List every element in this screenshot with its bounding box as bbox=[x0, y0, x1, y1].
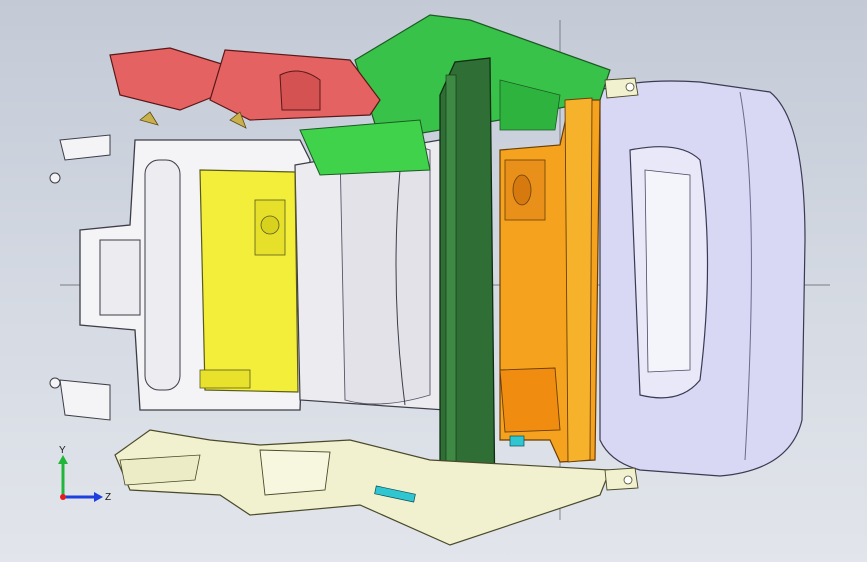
triad-z-label: Z bbox=[105, 492, 111, 503]
orange-box[interactable] bbox=[499, 97, 601, 463]
triad-y-arrowhead bbox=[58, 455, 68, 464]
triad-z-arrowhead bbox=[94, 492, 103, 502]
triad-y-label: Y bbox=[59, 445, 66, 456]
assembly-model[interactable]: Y Z bbox=[0, 0, 867, 562]
dark-green-bar[interactable] bbox=[439, 57, 496, 516]
coordinate-triad: Y Z bbox=[58, 445, 111, 503]
red-duct[interactable] bbox=[109, 47, 381, 129]
triad-x-origin bbox=[60, 494, 66, 500]
yellow-panel[interactable] bbox=[199, 169, 299, 393]
cad-viewport[interactable]: Y Z bbox=[0, 0, 867, 562]
cream-bracket[interactable] bbox=[114, 429, 611, 546]
lavender-housing[interactable] bbox=[599, 80, 806, 477]
center-channel[interactable] bbox=[294, 139, 446, 411]
